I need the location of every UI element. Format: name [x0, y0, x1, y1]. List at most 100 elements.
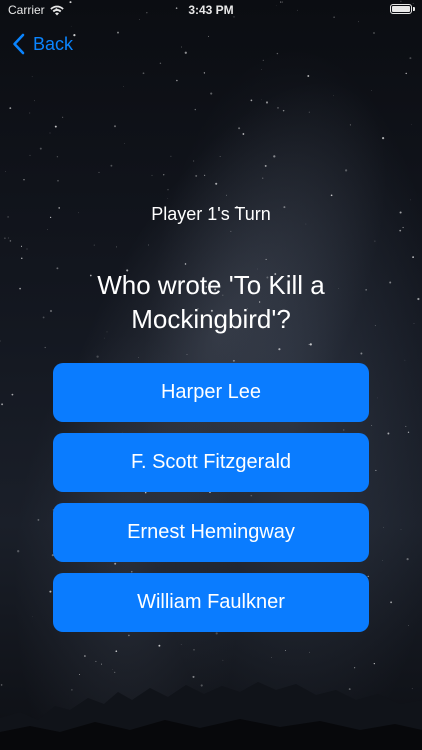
- star: [264, 164, 267, 167]
- star: [29, 112, 31, 114]
- star: [5, 171, 7, 173]
- star: [282, 109, 285, 112]
- star: [382, 560, 383, 561]
- star: [383, 526, 385, 528]
- star: [309, 343, 312, 346]
- star: [230, 230, 232, 232]
- star: [181, 46, 182, 48]
- star: [417, 297, 420, 301]
- star: [405, 72, 407, 75]
- star: [57, 179, 59, 182]
- star: [400, 528, 402, 530]
- star: [62, 116, 64, 118]
- star: [405, 425, 407, 427]
- star: [47, 229, 48, 231]
- star: [345, 169, 348, 172]
- star: [330, 194, 333, 197]
- star: [194, 108, 196, 111]
- star: [308, 111, 310, 113]
- star: [261, 99, 262, 101]
- star: [276, 52, 279, 55]
- star: [407, 431, 410, 433]
- answer-button-2[interactable]: F. Scott Fitzgerald: [53, 433, 369, 492]
- star: [115, 246, 118, 248]
- answer-button-1[interactable]: Harper Lee: [53, 363, 369, 422]
- answer-button-4[interactable]: William Faulkner: [53, 573, 369, 632]
- star: [412, 256, 414, 258]
- battery-icon: [390, 4, 415, 14]
- quiz-screen: Carrier 3:43 PM Back Player 1's Turn Who…: [0, 0, 422, 750]
- star: [307, 75, 310, 77]
- star: [413, 323, 415, 324]
- star: [406, 558, 409, 561]
- star: [56, 156, 59, 158]
- back-button[interactable]: Back: [12, 30, 73, 58]
- star: [163, 174, 165, 176]
- star: [117, 31, 119, 34]
- star: [9, 240, 12, 242]
- star: [26, 248, 28, 250]
- star: [1, 403, 4, 406]
- battery-fill: [392, 6, 410, 12]
- star: [410, 124, 412, 125]
- star: [113, 125, 117, 128]
- star: [159, 62, 162, 65]
- star: [242, 133, 245, 135]
- star: [128, 634, 130, 637]
- star: [208, 35, 209, 37]
- player-turn-label: Player 1's Turn: [151, 204, 271, 224]
- star: [265, 101, 269, 104]
- star: [37, 518, 40, 521]
- answer-options: Harper Lee F. Scott Fitzgerald Ernest He…: [53, 363, 369, 632]
- star: [70, 25, 72, 27]
- star: [98, 171, 100, 173]
- star: [195, 174, 198, 177]
- star: [104, 337, 105, 339]
- star: [389, 281, 392, 284]
- chevron-left-icon: [12, 33, 25, 55]
- star: [44, 346, 46, 349]
- star: [9, 107, 12, 109]
- status-bar: Carrier 3:43 PM: [0, 0, 422, 22]
- star: [376, 397, 378, 399]
- star: [124, 143, 125, 145]
- star: [402, 226, 404, 229]
- star: [19, 287, 21, 290]
- star: [193, 160, 195, 162]
- star: [31, 76, 33, 78]
- answer-button-3[interactable]: Ernest Hemingway: [53, 503, 369, 562]
- back-label: Back: [33, 33, 74, 54]
- star: [11, 393, 14, 396]
- star: [373, 32, 375, 34]
- star: [151, 174, 153, 176]
- star: [49, 132, 51, 134]
- star: [210, 92, 213, 95]
- status-time: 3:43 PM: [188, 3, 234, 17]
- star: [404, 359, 406, 361]
- star: [176, 79, 178, 82]
- star: [186, 354, 188, 355]
- star: [0, 340, 1, 342]
- star: [142, 72, 145, 75]
- star: [138, 356, 139, 358]
- star: [203, 72, 206, 74]
- star: [7, 237, 9, 239]
- star: [390, 601, 393, 604]
- star: [21, 257, 23, 259]
- star: [387, 432, 390, 435]
- star: [215, 182, 218, 185]
- star: [167, 198, 169, 199]
- star: [232, 359, 235, 362]
- star: [54, 125, 57, 128]
- star: [184, 51, 187, 54]
- star: [278, 348, 281, 351]
- star: [409, 57, 412, 60]
- star: [34, 100, 35, 102]
- star: [382, 137, 385, 140]
- star: [29, 154, 31, 156]
- star: [277, 107, 279, 109]
- star: [167, 188, 169, 191]
- star: [184, 263, 187, 265]
- star: [219, 156, 221, 157]
- star: [408, 624, 410, 626]
